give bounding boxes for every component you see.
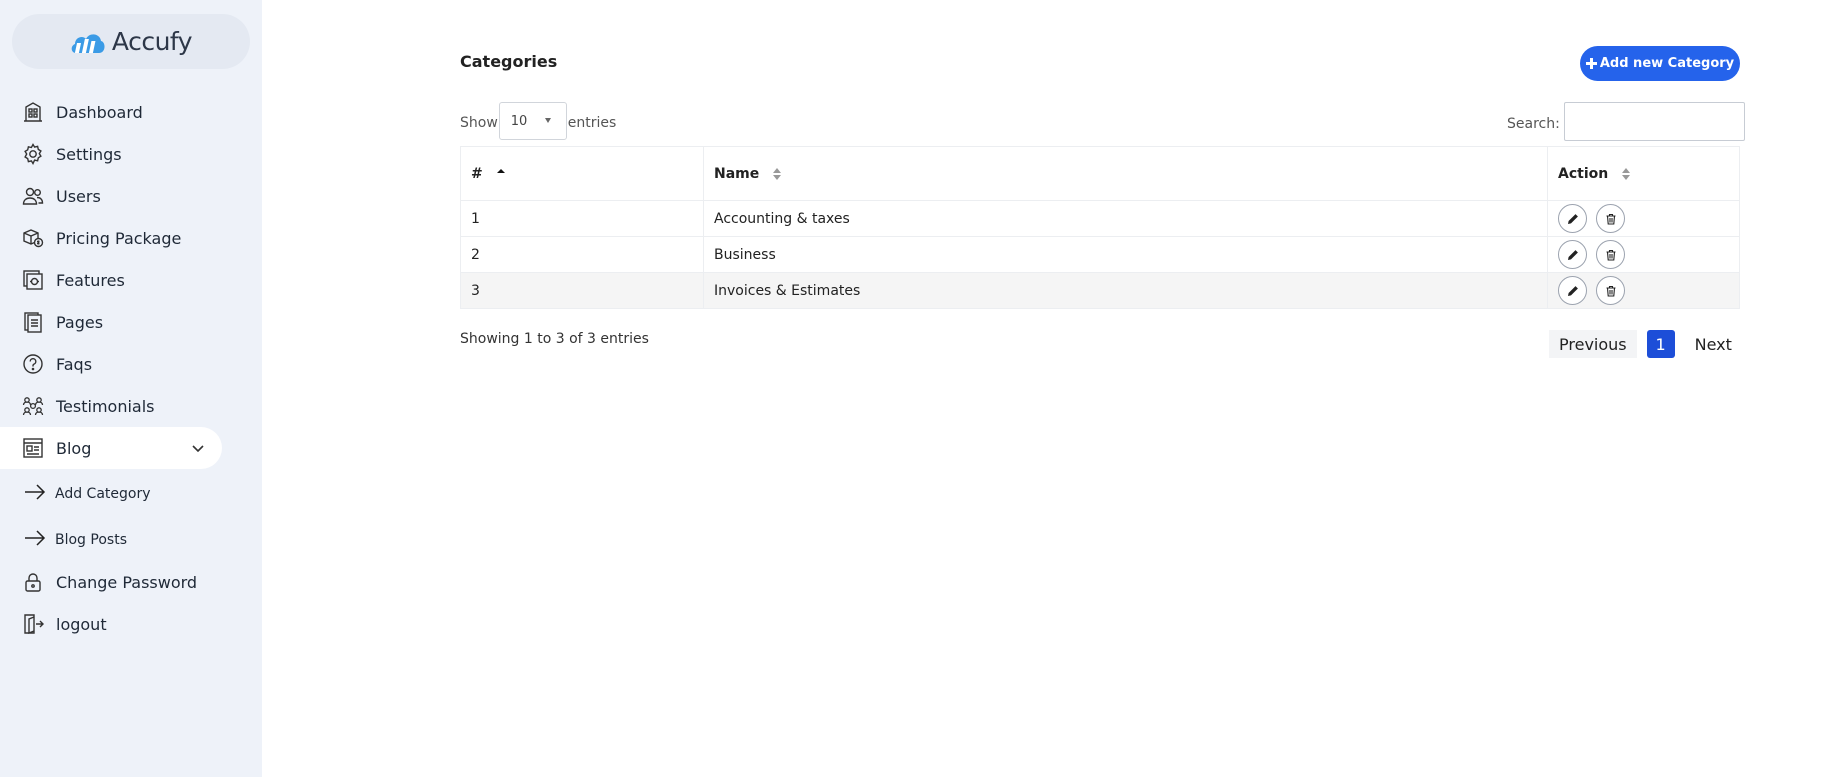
sidebar-item-label: Faqs bbox=[56, 354, 93, 374]
column-header-label: Action bbox=[1558, 165, 1609, 182]
edit-button[interactable] bbox=[1558, 240, 1587, 269]
sidebar-item-faqs[interactable]: Faqs bbox=[0, 343, 262, 385]
gear-icon bbox=[22, 143, 44, 165]
column-header-label: Name bbox=[714, 165, 760, 182]
cell-number: 1 bbox=[460, 200, 704, 237]
sidebar-subitem-blog-posts[interactable]: Blog Posts bbox=[0, 515, 262, 561]
lock-icon bbox=[22, 571, 44, 593]
sidebar-item-logout[interactable]: logout bbox=[0, 603, 262, 645]
pagination-previous[interactable]: Previous bbox=[1549, 330, 1637, 358]
sidebar-subitem-label: Blog Posts bbox=[55, 532, 127, 548]
sort-icon bbox=[773, 167, 782, 180]
column-header-number[interactable]: # bbox=[460, 146, 704, 201]
pencil-icon bbox=[1567, 213, 1578, 224]
entries-select-value: 10 bbox=[510, 113, 528, 129]
sort-icon bbox=[1622, 167, 1631, 180]
table-row: 2 Business bbox=[460, 236, 1740, 273]
column-header-name[interactable]: Name bbox=[703, 146, 1548, 201]
categories-table: # Name Action 1 Accounting & taxes 2 Bus… bbox=[460, 146, 1740, 309]
table-header-row: # Name Action bbox=[460, 146, 1740, 201]
pencil-icon bbox=[1567, 249, 1578, 260]
entries-select[interactable]: 10 bbox=[498, 102, 567, 140]
plus-icon bbox=[1585, 58, 1597, 69]
cloud-logo-icon bbox=[71, 33, 105, 53]
sidebar-item-label: Blog bbox=[56, 438, 92, 458]
features-icon bbox=[22, 269, 44, 291]
sidebar-item-testimonials[interactable]: Testimonials bbox=[0, 385, 262, 427]
logo[interactable]: Accufy bbox=[12, 14, 250, 69]
add-category-button[interactable]: Add new Category bbox=[1580, 46, 1740, 81]
pages-icon bbox=[22, 311, 44, 333]
trash-icon bbox=[1606, 213, 1615, 225]
cell-name: Business bbox=[703, 236, 1548, 273]
sidebar-item-features[interactable]: Features bbox=[0, 259, 262, 301]
table-row: 3 Invoices & Estimates bbox=[460, 272, 1740, 309]
cell-action bbox=[1547, 272, 1740, 309]
column-header-action[interactable]: Action bbox=[1547, 146, 1740, 201]
brand-name: Accufy bbox=[111, 27, 193, 56]
building-icon bbox=[22, 101, 44, 123]
sidebar-item-label: Change Password bbox=[56, 572, 198, 592]
table-row: 1 Accounting & taxes bbox=[460, 200, 1740, 237]
delete-button[interactable] bbox=[1596, 276, 1625, 305]
cell-number: 2 bbox=[460, 236, 704, 273]
logout-icon bbox=[22, 613, 44, 635]
table-info: Showing 1 to 3 of 3 entries bbox=[460, 331, 649, 347]
sidebar-nav: Dashboard Settings Users Pricing Package… bbox=[0, 91, 262, 645]
group-icon bbox=[22, 395, 44, 417]
show-label: Show bbox=[460, 115, 498, 131]
question-icon bbox=[22, 353, 44, 375]
sidebar-item-label: Testimonials bbox=[56, 396, 155, 416]
cell-name: Accounting & taxes bbox=[703, 200, 1548, 237]
cell-number: 3 bbox=[460, 272, 704, 309]
pagination-next[interactable]: Next bbox=[1685, 330, 1742, 358]
sidebar-item-label: Settings bbox=[56, 144, 122, 164]
page-title: Categories bbox=[460, 52, 558, 71]
sort-asc-icon bbox=[496, 168, 505, 173]
cell-name: Invoices & Estimates bbox=[703, 272, 1548, 309]
entries-label: entries bbox=[567, 115, 617, 131]
delete-button[interactable] bbox=[1596, 240, 1625, 269]
arrow-right-icon bbox=[24, 481, 46, 503]
sidebar-item-label: logout bbox=[56, 614, 107, 634]
edit-button[interactable] bbox=[1558, 276, 1587, 305]
search-label: Search: bbox=[1507, 115, 1560, 132]
trash-icon bbox=[1606, 285, 1615, 297]
sidebar-item-label: Users bbox=[56, 186, 101, 206]
sidebar-item-label: Dashboard bbox=[56, 102, 143, 122]
pagination-page-current[interactable]: 1 bbox=[1646, 330, 1675, 358]
trash-icon bbox=[1606, 249, 1615, 261]
edit-button[interactable] bbox=[1558, 204, 1587, 233]
delete-button[interactable] bbox=[1596, 204, 1625, 233]
caret-down-icon bbox=[544, 118, 551, 123]
sidebar-item-pricing-package[interactable]: Pricing Package bbox=[0, 217, 262, 259]
search-control: Search: bbox=[1507, 102, 1745, 141]
sidebar-item-pages[interactable]: Pages bbox=[0, 301, 262, 343]
sidebar-item-label: Features bbox=[56, 270, 125, 290]
arrow-right-icon bbox=[24, 527, 46, 549]
pencil-icon bbox=[1567, 285, 1578, 296]
sidebar-item-blog[interactable]: Blog bbox=[0, 427, 222, 469]
sidebar: Accufy Dashboard Settings Users Pricing … bbox=[0, 0, 262, 777]
entries-length-control: Show 10 entries bbox=[460, 102, 616, 140]
column-header-label: # bbox=[471, 165, 483, 182]
pagination: Previous 1 Next bbox=[1549, 330, 1742, 358]
search-input[interactable] bbox=[1563, 102, 1745, 141]
users-icon bbox=[22, 185, 44, 207]
chevron-down-icon bbox=[192, 445, 204, 453]
sidebar-item-label: Pages bbox=[56, 312, 104, 332]
sidebar-item-change-password[interactable]: Change Password bbox=[0, 561, 262, 603]
add-category-label: Add new Category bbox=[1599, 56, 1735, 71]
sidebar-item-label: Pricing Package bbox=[56, 228, 182, 248]
sidebar-item-dashboard[interactable]: Dashboard bbox=[0, 91, 262, 133]
package-icon bbox=[22, 227, 44, 249]
blog-icon bbox=[22, 437, 44, 459]
cell-action bbox=[1547, 200, 1740, 237]
sidebar-subitem-label: Add Category bbox=[55, 486, 151, 502]
sidebar-item-users[interactable]: Users bbox=[0, 175, 262, 217]
sidebar-subitem-add-category[interactable]: Add Category bbox=[0, 469, 262, 515]
cell-action bbox=[1547, 236, 1740, 273]
sidebar-item-settings[interactable]: Settings bbox=[0, 133, 262, 175]
